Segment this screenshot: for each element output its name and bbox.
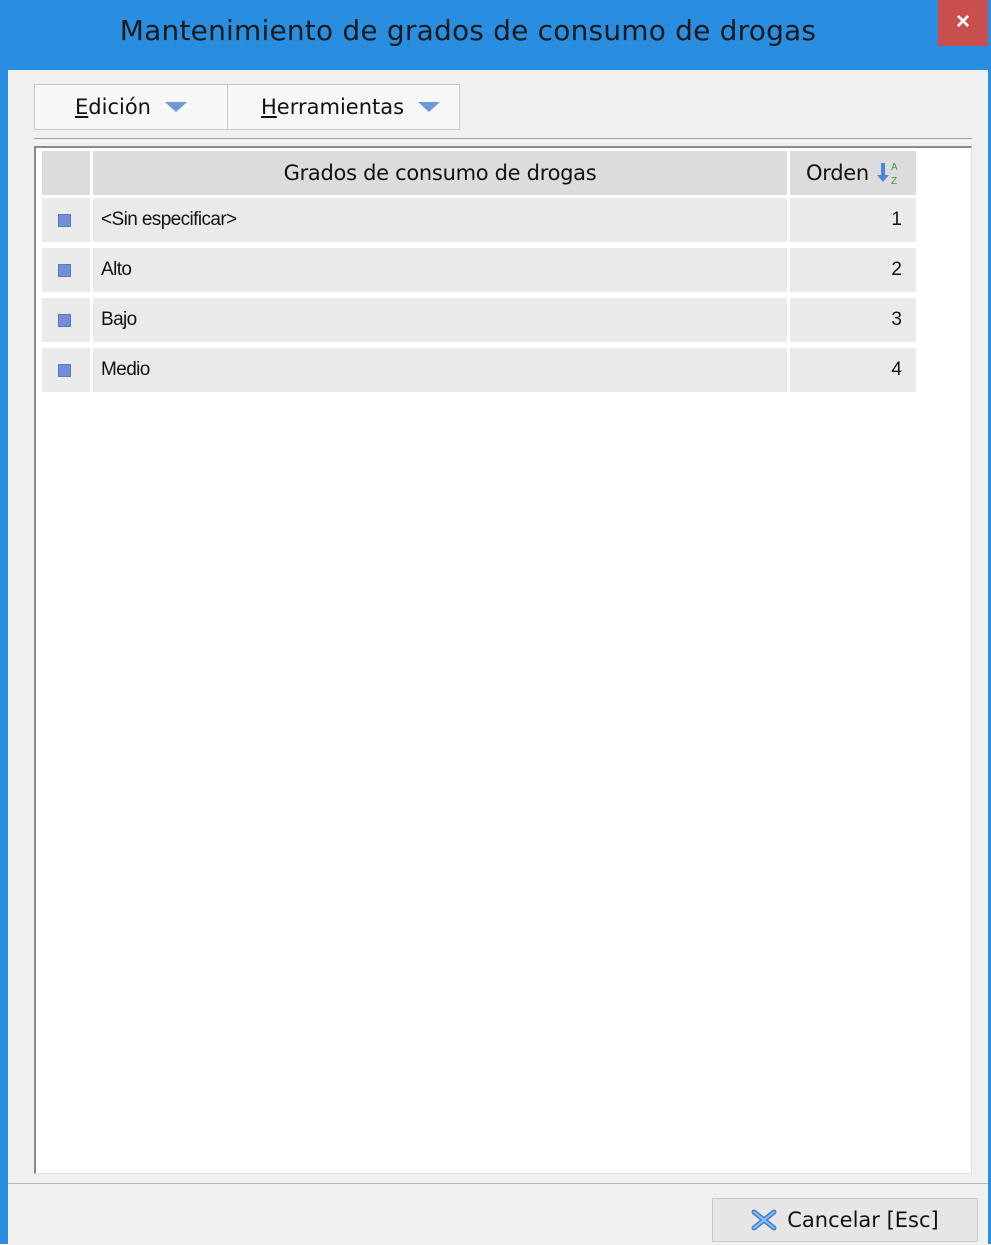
row-indicator-icon	[58, 364, 71, 377]
table-row[interactable]: <Sin especificar> 1	[42, 198, 916, 242]
herramientas-menu-button[interactable]: Herramientas	[228, 85, 458, 129]
cell-grado[interactable]: Bajo	[93, 298, 787, 342]
row-indicator-icon	[58, 264, 71, 277]
row-indicator-icon	[58, 214, 71, 227]
edicion-menu-button[interactable]: Edición	[35, 85, 228, 129]
column-header-orden[interactable]: Orden A Z	[790, 151, 916, 195]
row-indicator-cell	[42, 248, 90, 292]
cell-orden[interactable]: 3	[790, 298, 916, 342]
chevron-down-icon	[164, 102, 187, 112]
sort-ascending-az-icon: A Z	[876, 162, 898, 186]
cell-grado[interactable]: Medio	[93, 348, 787, 392]
cell-orden[interactable]: 2	[790, 248, 916, 292]
table-row[interactable]: Medio 4	[42, 348, 916, 392]
row-indicator-cell	[42, 298, 90, 342]
close-button[interactable]: ×	[938, 0, 988, 46]
svg-text:A: A	[891, 162, 898, 173]
svg-text:Z: Z	[891, 176, 897, 186]
toolbar-separator	[34, 138, 972, 142]
edicion-mnemonic: E	[75, 95, 89, 119]
cell-grado[interactable]: <Sin especificar>	[93, 198, 787, 242]
row-indicator-cell	[42, 348, 90, 392]
table-row[interactable]: Alto 2	[42, 248, 916, 292]
herramientas-mnemonic: H	[261, 95, 277, 119]
header-indicator-cell	[42, 151, 90, 195]
window-title: Mantenimiento de grados de consumo de dr…	[119, 14, 817, 47]
cell-grado[interactable]: Alto	[93, 248, 787, 292]
x-cancel-icon	[751, 1209, 777, 1231]
column-header-grados[interactable]: Grados de consumo de drogas	[93, 151, 787, 195]
column-header-orden-label: Orden	[806, 161, 869, 185]
toolbar: Edición Herramientas	[34, 84, 460, 130]
cell-orden[interactable]: 1	[790, 198, 916, 242]
data-grid[interactable]: Grados de consumo de drogas Orden A Z <S…	[34, 146, 972, 1174]
cancel-button[interactable]: Cancelar [Esc]	[712, 1198, 978, 1242]
cell-orden[interactable]: 4	[790, 348, 916, 392]
table-row[interactable]: Bajo 3	[42, 298, 916, 342]
cancel-label: Cancelar [Esc]	[787, 1208, 939, 1232]
title-bar[interactable]: Mantenimiento de grados de consumo de dr…	[8, 0, 988, 70]
chevron-down-icon	[418, 102, 441, 112]
row-indicator-cell	[42, 198, 90, 242]
dialog-client-area: Edición Herramientas Grados de consumo d…	[8, 70, 988, 1245]
footer-bar: Cancelar [Esc]	[8, 1183, 988, 1245]
herramientas-label: erramientas	[276, 95, 405, 119]
edicion-label: dición	[88, 95, 151, 119]
row-indicator-icon	[58, 314, 71, 327]
grid-header-row: Grados de consumo de drogas Orden A Z	[42, 151, 916, 195]
dialog-window: Mantenimiento de grados de consumo de dr…	[0, 0, 991, 1245]
